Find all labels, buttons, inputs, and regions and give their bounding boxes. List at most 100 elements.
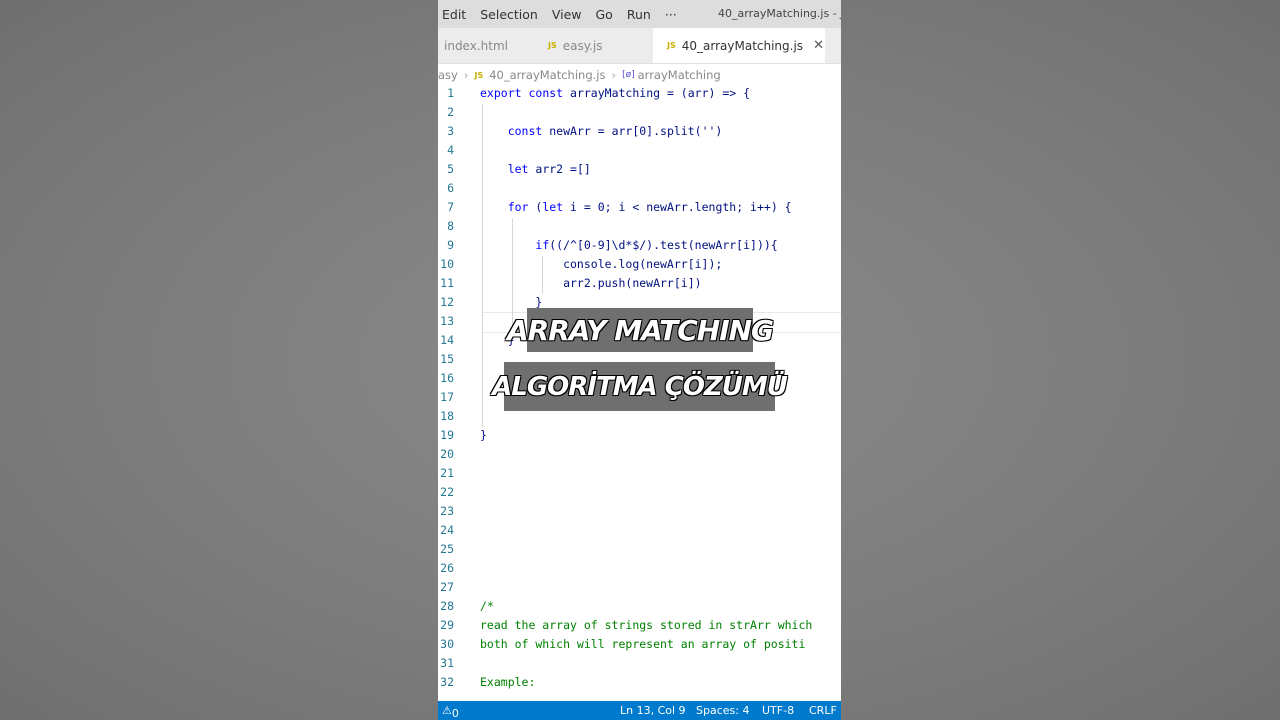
code-line[interactable]: 10 console.log(newArr[i]); bbox=[438, 256, 841, 275]
tab-40-arraymatching-js[interactable]: JS 40_arrayMatching.js ✕ bbox=[653, 28, 825, 63]
code-line[interactable]: 26 bbox=[438, 560, 841, 579]
line-number: 9 bbox=[447, 238, 454, 252]
code-line[interactable]: 2 bbox=[438, 104, 841, 123]
breadcrumb-file[interactable]: 40_arrayMatching.js bbox=[489, 68, 605, 82]
menu-view[interactable]: View bbox=[552, 7, 582, 22]
code-text: } bbox=[480, 428, 487, 442]
window-title: 40_arrayMatching.js - J bbox=[718, 7, 841, 20]
line-number: 2 bbox=[447, 105, 454, 119]
code-line[interactable]: 7 for (let i = 0; i < newArr.length; i++… bbox=[438, 199, 841, 218]
encoding-setting[interactable]: UTF-8 bbox=[762, 704, 794, 717]
line-number: 27 bbox=[440, 580, 454, 594]
menu-selection[interactable]: Selection bbox=[480, 7, 538, 22]
code-text: /* bbox=[480, 599, 494, 613]
menu-more[interactable]: ··· bbox=[665, 7, 677, 22]
breadcrumb-folder[interactable]: asy bbox=[438, 68, 458, 82]
code-line[interactable]: 30 both of which will represent an array … bbox=[438, 636, 841, 655]
line-number: 22 bbox=[440, 485, 454, 499]
editor-window: Edit Selection View Go Run ··· 40_arrayM… bbox=[438, 0, 841, 720]
code-text: Example: bbox=[480, 675, 536, 689]
line-number: 14 bbox=[440, 333, 454, 347]
menu-go[interactable]: Go bbox=[596, 7, 613, 22]
tab-label: easy.js bbox=[562, 38, 603, 53]
code-line[interactable]: 9 if((/^[0-9]\d*$/).test(newArr[i])){ bbox=[438, 237, 841, 256]
breadcrumb-symbol[interactable]: arrayMatching bbox=[638, 68, 721, 82]
chevron-right-icon: › bbox=[463, 68, 469, 82]
line-number: 28 bbox=[440, 599, 454, 613]
line-number: 20 bbox=[440, 447, 454, 461]
code-text: read the array of strings stored in strA… bbox=[480, 618, 813, 632]
tab-easy-js[interactable]: JS easy.js bbox=[548, 28, 648, 63]
line-number: 6 bbox=[447, 181, 454, 195]
code-text: both of which will represent an array of… bbox=[480, 637, 806, 651]
line-number: 8 bbox=[447, 219, 454, 233]
tab-label: 40_arrayMatching.js bbox=[681, 38, 804, 53]
line-number: 11 bbox=[440, 276, 454, 290]
breadcrumb: asy › JS 40_arrayMatching.js › [ø] array… bbox=[438, 64, 841, 86]
line-number: 25 bbox=[440, 542, 454, 556]
code-line[interactable]: 1 export const arrayMatching = (arr) => { bbox=[438, 85, 841, 104]
status-bar: ⚠ 0 Ln 13, Col 9 Spaces: 4 UTF-8 CRLF bbox=[438, 701, 841, 720]
line-number: 24 bbox=[440, 523, 454, 537]
menu-edit[interactable]: Edit bbox=[442, 7, 466, 22]
code-line[interactable]: 19} bbox=[438, 427, 841, 446]
code-line[interactable]: 22 bbox=[438, 484, 841, 503]
code-text: let arr2 =[] bbox=[507, 162, 591, 176]
code-line[interactable]: 8 bbox=[438, 218, 841, 237]
code-line[interactable]: 4 bbox=[438, 142, 841, 161]
code-line[interactable]: 20 bbox=[438, 446, 841, 465]
code-line[interactable]: 31 bbox=[438, 655, 841, 674]
menu-bar: Edit Selection View Go Run ··· 40_arrayM… bbox=[438, 0, 841, 28]
tab-index-html[interactable]: index.html bbox=[444, 28, 540, 63]
code-line[interactable]: 27 bbox=[438, 579, 841, 598]
code-line[interactable]: 21 bbox=[438, 465, 841, 484]
eol-setting[interactable]: CRLF bbox=[809, 704, 837, 717]
line-number: 13 bbox=[440, 314, 454, 328]
code-line[interactable]: 11 arr2.push(newArr[i]) bbox=[438, 275, 841, 294]
indentation-setting[interactable]: Spaces: 4 bbox=[696, 704, 749, 717]
line-number: 21 bbox=[440, 466, 454, 480]
line-number: 26 bbox=[440, 561, 454, 575]
line-number: 12 bbox=[440, 295, 454, 309]
line-number: 17 bbox=[440, 390, 454, 404]
variable-symbol-icon: [ø] bbox=[622, 70, 635, 80]
line-number: 19 bbox=[440, 428, 454, 442]
caption-line-1: ARRAY MATCHING bbox=[507, 308, 774, 352]
line-number: 30 bbox=[440, 637, 454, 651]
code-line[interactable]: 3 const newArr = arr[0].split('') bbox=[438, 123, 841, 142]
tab-bar: index.html JS easy.js JS 40_arrayMatchin… bbox=[438, 28, 841, 64]
code-line[interactable]: 6 bbox=[438, 180, 841, 199]
cursor-position[interactable]: Ln 13, Col 9 bbox=[620, 704, 686, 717]
caption-line-2: ALGORİTMA ÇÖZÜMÜ bbox=[492, 362, 788, 411]
js-file-icon: JS bbox=[474, 70, 484, 80]
line-number: 3 bbox=[447, 124, 454, 138]
code-line[interactable]: 29 read the array of strings stored in st… bbox=[438, 617, 841, 636]
code-text: for (let i = 0; i < newArr.length; i++) … bbox=[507, 200, 792, 214]
line-number: 10 bbox=[440, 257, 454, 271]
line-number: 18 bbox=[440, 409, 454, 423]
code-text: export const arrayMatching = (arr) => { bbox=[480, 86, 751, 100]
line-number: 5 bbox=[447, 162, 454, 176]
code-text: arr2.push(newArr[i]) bbox=[480, 276, 702, 290]
code-text: if((/^[0-9]\d*$/).test(newArr[i])){ bbox=[535, 238, 778, 252]
line-number: 7 bbox=[447, 200, 454, 214]
code-line[interactable]: 5 let arr2 =[] bbox=[438, 161, 841, 180]
js-file-icon: JS bbox=[548, 41, 557, 50]
line-number: 29 bbox=[440, 618, 454, 632]
problems-indicator[interactable]: ⚠ 0 bbox=[442, 704, 459, 720]
code-line[interactable]: 24 bbox=[438, 522, 841, 541]
line-number: 32 bbox=[440, 675, 454, 689]
line-number: 4 bbox=[447, 143, 454, 157]
code-line[interactable]: 23 bbox=[438, 503, 841, 522]
menu-run[interactable]: Run bbox=[627, 7, 651, 22]
code-line[interactable]: 25 bbox=[438, 541, 841, 560]
code-text: } bbox=[480, 295, 543, 309]
code-text: const newArr = arr[0].split('') bbox=[507, 124, 723, 138]
code-line[interactable]: 32 Example: bbox=[438, 674, 841, 693]
line-number: 15 bbox=[440, 352, 454, 366]
line-number: 23 bbox=[440, 504, 454, 518]
line-number: 16 bbox=[440, 371, 454, 385]
close-icon[interactable]: ✕ bbox=[813, 38, 824, 53]
problems-count: 0 bbox=[451, 707, 459, 720]
code-line[interactable]: 28 /* bbox=[438, 598, 841, 617]
